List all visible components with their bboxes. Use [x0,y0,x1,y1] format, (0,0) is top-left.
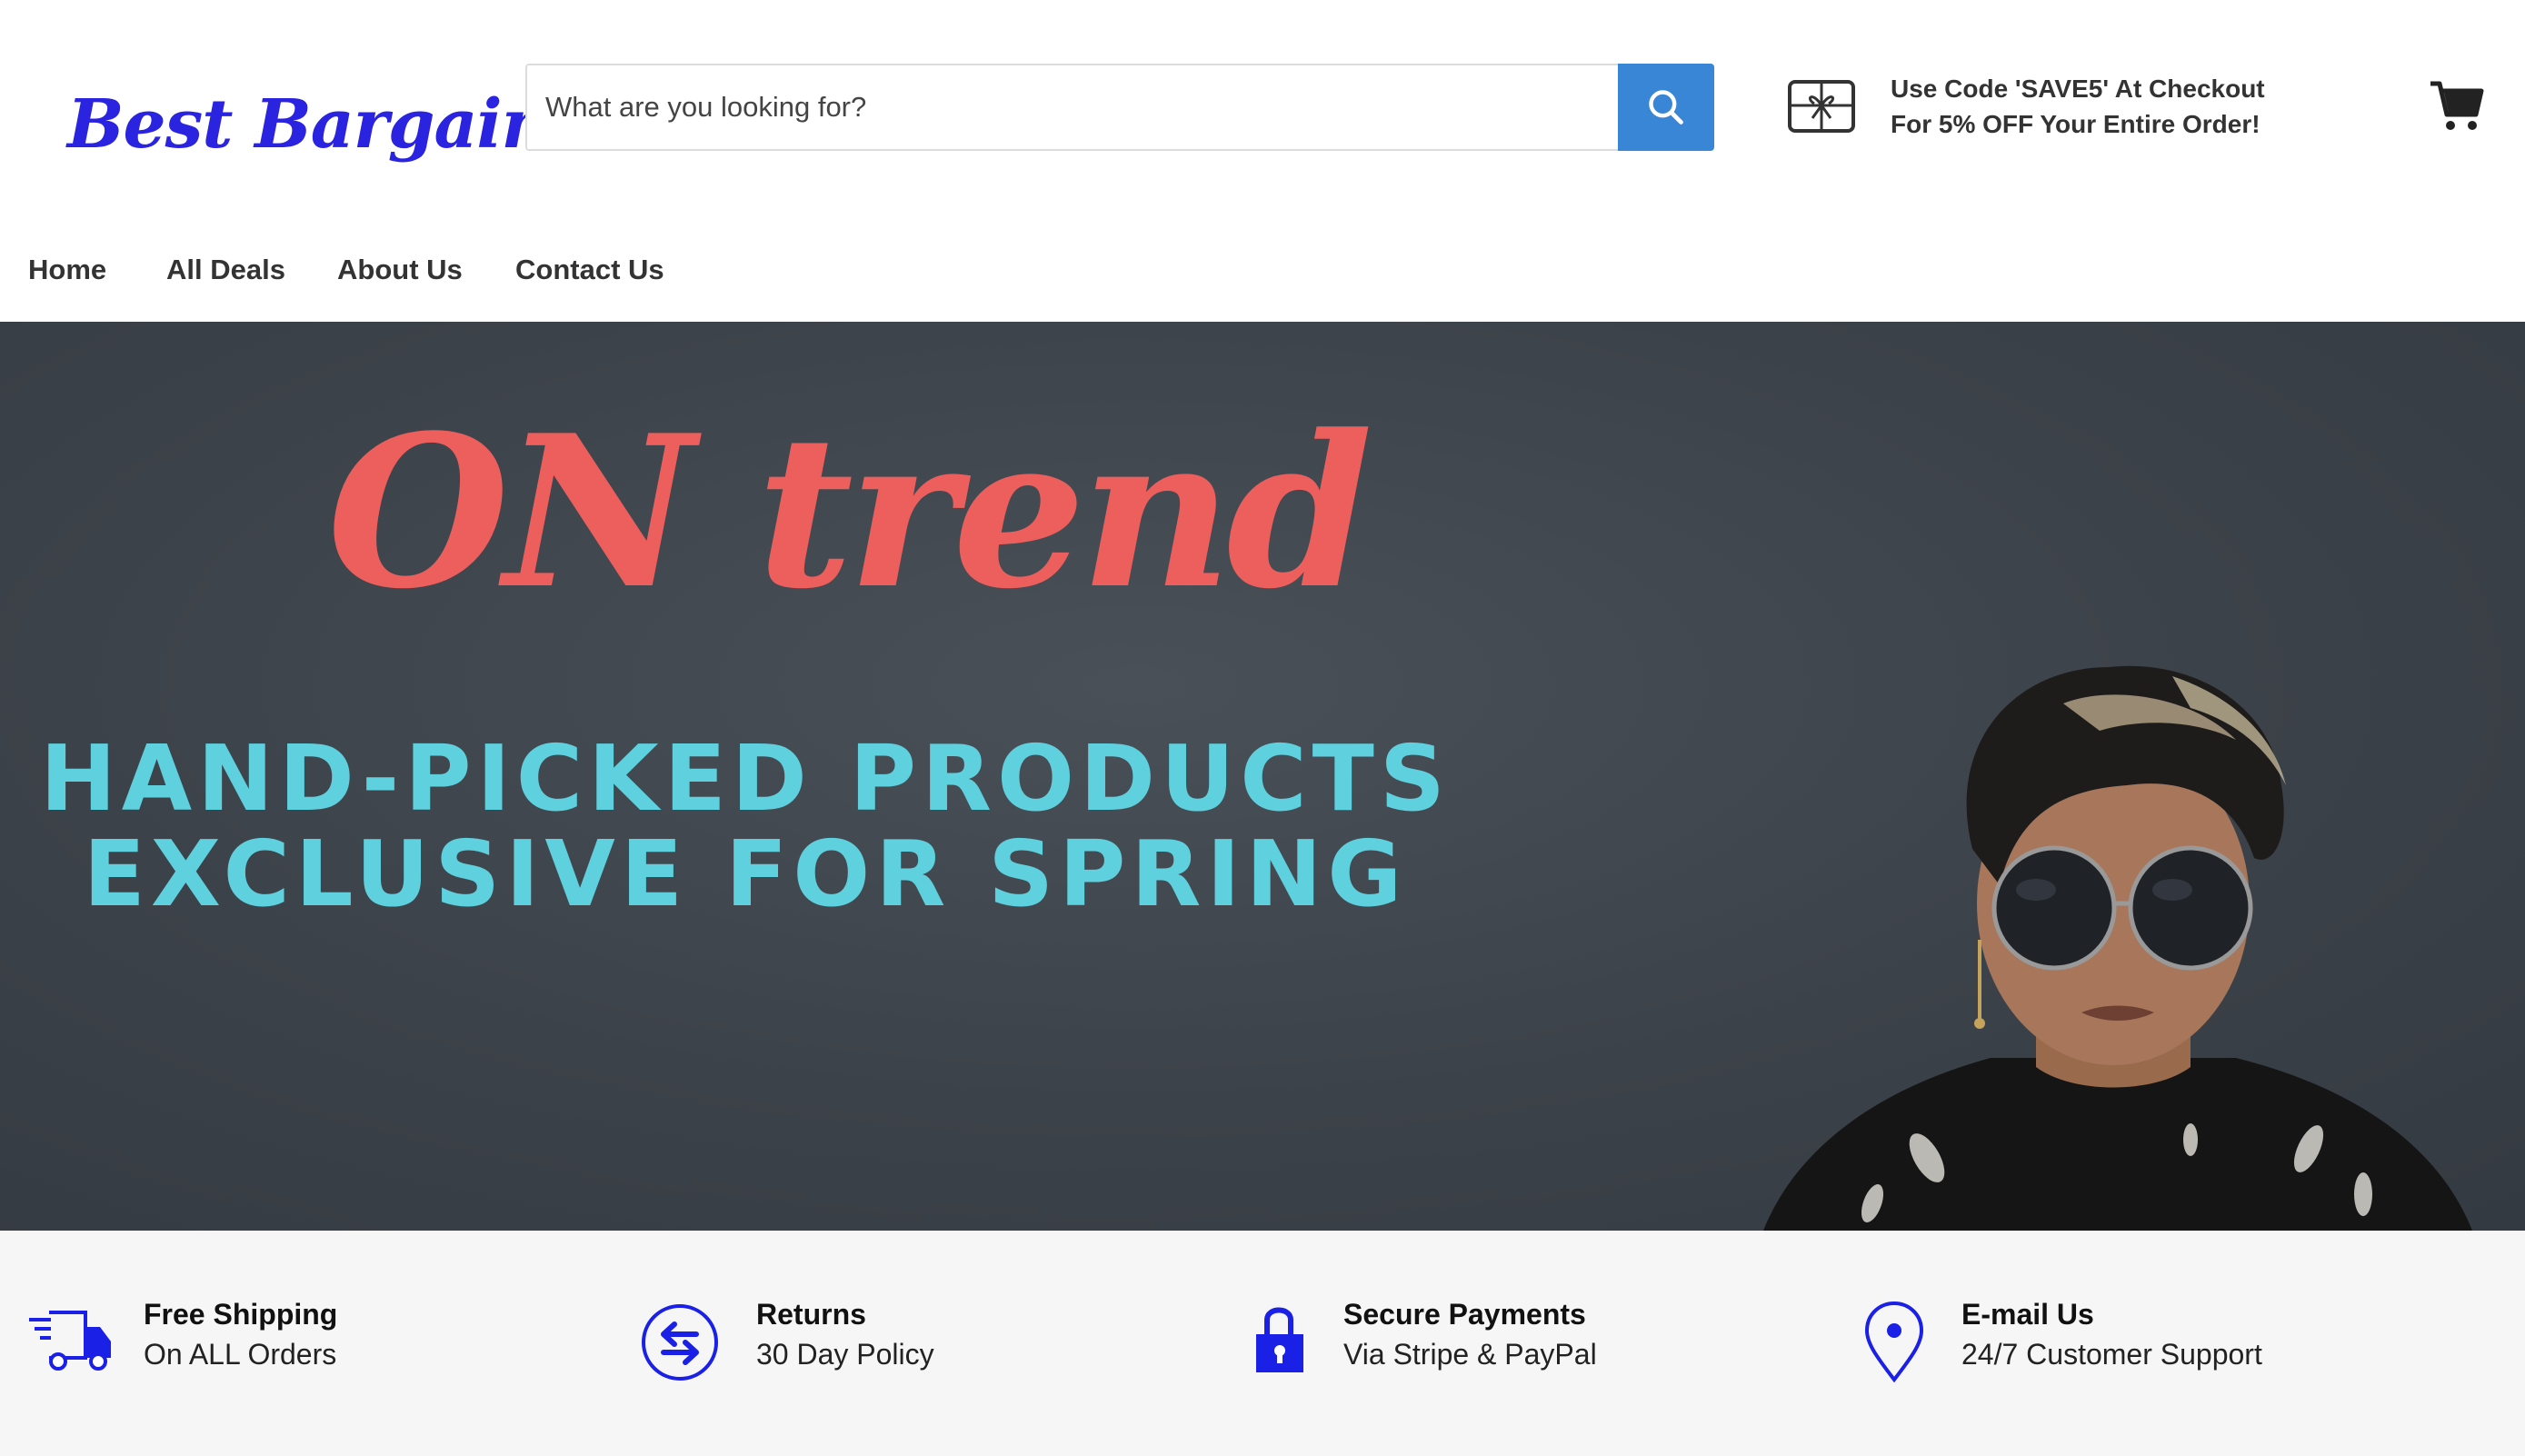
feature-title: Secure Payments [1343,1298,1586,1331]
search-icon [1649,90,1683,125]
gift-card-icon [1788,80,1855,133]
feature-subtitle: 30 Day Policy [756,1338,934,1371]
search-bar [525,64,1714,151]
main-nav: Home All Deals About Us Contact Us [0,238,818,302]
nav-all-deals[interactable]: All Deals [166,238,285,302]
feature-secure-payments: Secure Payments Via Stripe & PayPal [1253,1294,1816,1394]
lock-icon [1256,1307,1303,1372]
promo-banner: Use Code 'SAVE5' At Checkout For 5% OFF … [1787,71,2296,144]
feature-returns: Returns 30 Day Policy [640,1294,1203,1394]
search-button[interactable] [1618,64,1714,151]
nav-home[interactable]: Home [28,238,106,302]
location-pin-icon [1865,1301,1924,1383]
cart-icon[interactable] [2429,78,2485,135]
truck-icon [29,1311,111,1371]
returns-icon [642,1304,718,1381]
hero-headline-2: EXCLUSIVE FOR SPRING [83,821,1408,927]
hero-banner[interactable]: ON trend HAND-PICKED PRODUCTS EXCLUSIVE … [0,322,2525,1231]
search-input[interactable] [527,65,1620,149]
promo-line-2: For 5% OFF Your Entire Order! [1891,110,2261,138]
site-header: Best Bargain Use Code 'SAVE5' At Checkou… [0,0,2525,322]
feature-title: E-mail Us [1961,1298,2094,1331]
feature-title: Free Shipping [144,1298,338,1331]
nav-contact-us[interactable]: Contact Us [515,238,664,302]
feature-shipping: Free Shipping On ALL Orders [27,1294,591,1394]
feature-title: Returns [756,1298,866,1331]
nav-about-us[interactable]: About Us [337,238,463,302]
feature-subtitle: Via Stripe & PayPal [1343,1338,1597,1371]
feature-subtitle: 24/7 Customer Support [1961,1338,2262,1371]
hero-script-title: ON trend [327,390,1372,635]
logo[interactable]: Best Bargain [67,56,550,193]
features-bar: Free Shipping On ALL Orders Returns 30 D… [0,1231,2525,1456]
feature-email: E-mail Us 24/7 Customer Support [1865,1294,2429,1394]
promo-line-1: Use Code 'SAVE5' At Checkout [1891,75,2265,103]
promo-text: Use Code 'SAVE5' At Checkout For 5% OFF … [1891,71,2309,142]
model-photo [1763,665,2472,1231]
hero-headline-1: HAND-PICKED PRODUCTS [40,725,1451,832]
feature-subtitle: On ALL Orders [144,1338,337,1371]
